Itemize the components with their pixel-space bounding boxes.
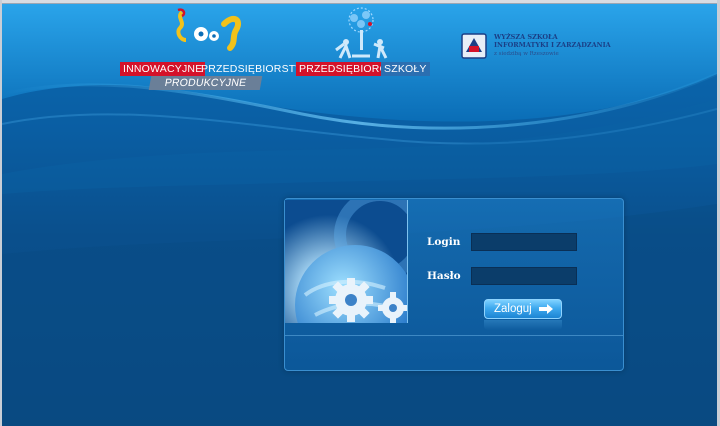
university-name: WYŻSZA SZKOŁA INFORMATYKI I ZARZĄDZANIA <box>494 33 611 49</box>
login-label: Login <box>427 236 461 248</box>
password-input[interactable] <box>471 267 577 285</box>
university-crest-icon <box>460 32 488 65</box>
password-label: Hasło <box>427 270 461 282</box>
login-button-label: Zaloguj <box>494 303 532 315</box>
arrow-right-icon <box>539 304 553 317</box>
tagline-innowacyjne: INNOWACYJNE <box>120 62 206 76</box>
tree-people-icon <box>330 6 392 65</box>
login-button[interactable]: Zaloguj <box>484 299 562 319</box>
gears-logo-icon <box>176 6 242 57</box>
tagline-produkcyjne: PRODUKCYJNE <box>148 76 263 90</box>
login-button-reflection <box>484 320 562 330</box>
globe-gears-image <box>285 200 408 323</box>
login-input[interactable] <box>471 233 577 251</box>
university-location: z siedzibą w Rzeszowie <box>494 51 559 57</box>
panel-divider <box>285 335 623 336</box>
